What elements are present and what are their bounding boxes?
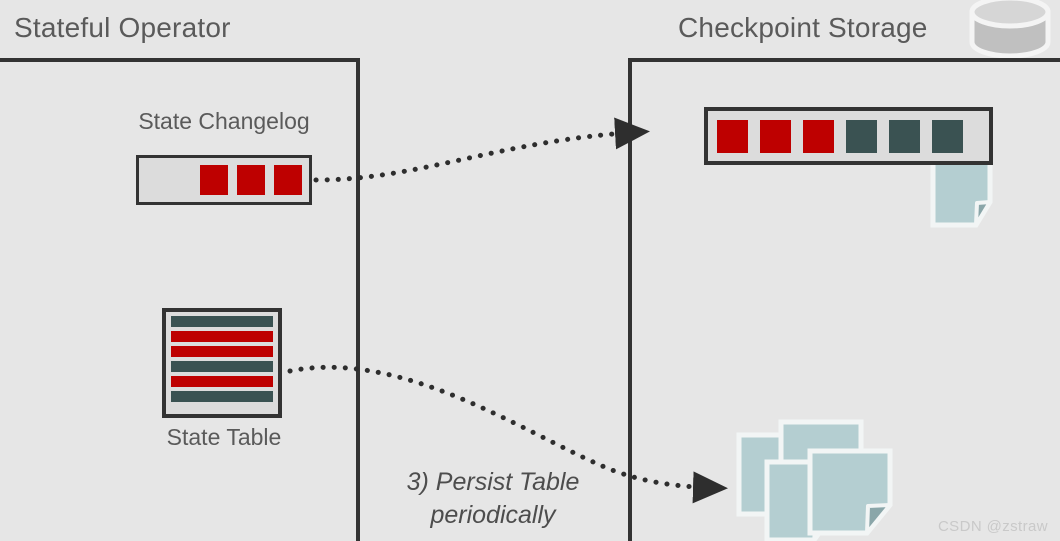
state-table-row-5	[171, 391, 273, 402]
panel-title-stateful-operator: Stateful Operator	[14, 12, 231, 43]
arrow-changelog-to-checkpoint	[313, 117, 650, 183]
state-table-label: State Table	[166, 424, 282, 450]
state-changelog-label: State Changelog	[138, 108, 310, 134]
changelog-cell-0	[200, 165, 228, 195]
state-table-row-4	[171, 376, 273, 387]
diagram-canvas: Stateful Operator Checkpoint Storage Sta…	[0, 0, 1060, 541]
state-table-row-2	[171, 346, 273, 357]
checkpoint-cell-0	[717, 119, 748, 153]
watermark: CSDN @zstraw	[937, 518, 1048, 535]
database-cylinder-icon	[969, 0, 1051, 58]
state-table-row-1	[171, 331, 273, 342]
panel-title-checkpoint-storage: Checkpoint Storage	[678, 12, 928, 43]
state-table-row-3	[171, 361, 273, 372]
checkpoint-cell-5	[932, 119, 963, 153]
state-changelog-box	[136, 155, 312, 205]
checkpoint-cell-2	[803, 119, 834, 153]
document-behind-checkpoint-icon	[930, 156, 993, 228]
checkpoint-cell-3	[846, 119, 877, 153]
changelog-cell-2	[274, 165, 302, 195]
caption-persist-table: 3) Persist Table periodically	[406, 468, 580, 530]
checkpoint-changelog-box	[704, 107, 993, 165]
state-table-row-0	[171, 316, 273, 327]
checkpoint-cell-4	[889, 119, 920, 153]
changelog-cell-1	[237, 165, 265, 195]
document-stack-icon	[736, 419, 893, 541]
checkpoint-cell-1	[760, 119, 791, 153]
state-table-box	[162, 308, 282, 418]
